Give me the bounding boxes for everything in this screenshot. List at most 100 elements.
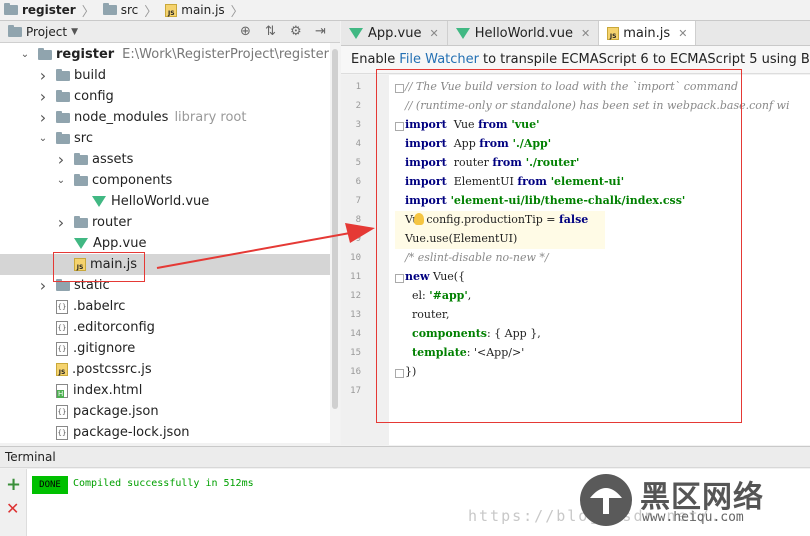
project-icon: [8, 24, 22, 37]
tree-item-label: assets: [92, 152, 134, 167]
js-file-icon: JS: [165, 3, 178, 17]
tree-item-package-json[interactable]: {} package.json: [0, 401, 330, 422]
tree-item-label: register: [56, 47, 115, 62]
html-file-icon: [56, 383, 68, 398]
chevron-right-icon[interactable]: ›: [38, 66, 48, 85]
add-terminal-icon[interactable]: +: [6, 474, 21, 495]
tab-helloworld-vue[interactable]: HelloWorld.vue ✕: [448, 21, 600, 45]
tree-item-assets[interactable]: › assets: [0, 149, 330, 170]
vue-file-icon: [455, 27, 470, 39]
line-number: 2: [355, 101, 361, 111]
chevron-right-icon[interactable]: ›: [38, 108, 48, 127]
config-file-icon: {}: [56, 425, 68, 440]
tree-item-package-lock-json[interactable]: {} package-lock.json: [0, 422, 330, 443]
hide-icon[interactable]: ⇥: [315, 24, 326, 39]
collapse-icon[interactable]: ⇅: [265, 24, 276, 39]
close-terminal-icon[interactable]: ✕: [6, 499, 19, 518]
chevron-right-icon[interactable]: ›: [38, 276, 48, 295]
tree-item-build[interactable]: › build: [0, 65, 330, 86]
tree-item-label: index.html: [73, 383, 143, 398]
breadcrumb-item-register[interactable]: register 〉: [0, 1, 99, 20]
folder-icon: [56, 68, 70, 81]
config-file-icon: {}: [56, 341, 68, 356]
tree-item-label: .babelrc: [73, 299, 126, 314]
chevron-down-icon[interactable]: ⌄: [20, 49, 30, 60]
terminal-header: Terminal: [0, 446, 810, 468]
tab-app-vue[interactable]: App.vue ✕: [341, 21, 448, 45]
tree-item-label: .editorconfig: [73, 320, 155, 335]
tab-label: App.vue: [368, 25, 422, 41]
folder-icon: [56, 131, 70, 144]
line-number: 3: [355, 120, 361, 130]
config-file-icon: {}: [56, 320, 68, 335]
breadcrumb: register 〉 src 〉 JS main.js 〉: [0, 0, 810, 21]
line-number: 12: [350, 291, 361, 301]
tree-item-config[interactable]: › config: [0, 86, 330, 107]
annotation-arrow: [156, 223, 375, 269]
tree-item-label: router: [92, 215, 132, 230]
gear-icon[interactable]: ⚙: [290, 24, 302, 39]
done-badge: DONE: [32, 476, 68, 494]
chevron-down-icon[interactable]: ⌄: [38, 133, 48, 144]
tree-item-label: package.json: [73, 404, 159, 419]
dropdown-arrow-icon[interactable]: ▼: [71, 27, 78, 37]
tree-item-helloworld-vue[interactable]: HelloWorld.vue: [0, 191, 330, 212]
folder-icon: [56, 278, 70, 291]
tree-item-label: .gitignore: [73, 341, 136, 356]
breadcrumb-item-src[interactable]: src 〉: [99, 1, 162, 20]
folder-icon: [74, 215, 88, 228]
annotation-box-editor: [376, 69, 742, 423]
terminal-toolbar: + ✕: [0, 469, 27, 536]
close-tab-icon[interactable]: ✕: [429, 27, 438, 40]
breadcrumb-item-main-js[interactable]: JS main.js 〉: [161, 1, 247, 20]
watermark-logo: 黑区网络 www.heiqu.com: [576, 470, 810, 534]
project-view-selector[interactable]: Project: [26, 25, 67, 39]
js-file-icon: JS: [607, 26, 620, 40]
folder-icon: [74, 173, 88, 186]
chevron-right-icon[interactable]: ›: [38, 87, 48, 106]
config-file-icon: {}: [56, 404, 68, 419]
close-tab-icon[interactable]: ✕: [678, 27, 687, 40]
annotation-box-main-js: [53, 252, 145, 282]
tree-item-index-html[interactable]: index.html: [0, 380, 330, 401]
project-panel-header: Project ▼ ⊕ ⇅ ⚙ ⇥: [0, 21, 340, 43]
tree-item-label: package-lock.json: [73, 425, 190, 440]
tree-item--babelrc[interactable]: {} .babelrc: [0, 296, 330, 317]
tree-item--postcssrc-js[interactable]: JS .postcssrc.js: [0, 359, 330, 380]
line-number: 15: [350, 348, 361, 358]
tree-item-label: components: [92, 173, 173, 188]
tab-main-js[interactable]: JS main.js ✕: [599, 21, 697, 45]
tree-item-src[interactable]: ⌄ src: [0, 128, 330, 149]
js-file-icon: JS: [56, 363, 68, 376]
close-tab-icon[interactable]: ✕: [581, 27, 590, 40]
tree-item-label: build: [74, 68, 106, 83]
chevron-down-icon[interactable]: ⌄: [56, 175, 66, 186]
library-root-label: library root: [174, 110, 247, 125]
chevron-right-icon[interactable]: ›: [56, 150, 66, 169]
file-watcher-link[interactable]: File Watcher: [399, 52, 479, 67]
tree-item--gitignore[interactable]: {} .gitignore: [0, 338, 330, 359]
line-number: 14: [350, 329, 361, 339]
line-number: 6: [355, 177, 361, 187]
tree-item-label: src: [74, 131, 93, 146]
tree-item-register[interactable]: ⌄ register E:\Work\RegisterProject\registe…: [0, 44, 330, 65]
line-number: 13: [350, 310, 361, 320]
tree-item-components[interactable]: ⌄ components: [0, 170, 330, 191]
vue-file-icon: [92, 196, 106, 207]
tab-label: HelloWorld.vue: [474, 25, 573, 41]
tree-item-static[interactable]: › static: [0, 275, 330, 296]
folder-icon: [56, 110, 70, 123]
vue-file-icon: [349, 27, 363, 39]
tree-item-label: node_modules: [74, 110, 169, 125]
tree-item-label: App.vue: [93, 236, 147, 251]
tree-item-node-modules[interactable]: › node_modules library root: [0, 107, 330, 128]
line-number: 5: [355, 158, 361, 168]
line-number: 16: [350, 367, 361, 377]
editor-tabs: App.vue ✕ HelloWorld.vue ✕ JS main.js ✕: [341, 21, 810, 46]
sync-icon[interactable]: ⊕: [240, 24, 251, 39]
line-number: 4: [355, 139, 361, 149]
project-path: E:\Work\RegisterProject\register: [122, 47, 329, 62]
chevron-right-icon[interactable]: ›: [56, 213, 66, 232]
folder-icon: [56, 89, 70, 102]
tree-item--editorconfig[interactable]: {} .editorconfig: [0, 317, 330, 338]
